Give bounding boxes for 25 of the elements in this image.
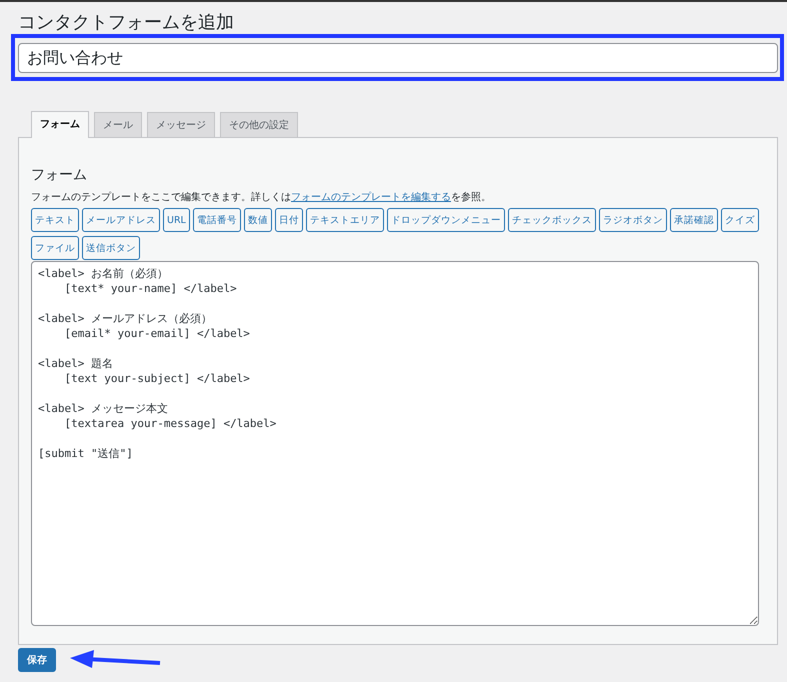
tab[interactable]: メール: [94, 112, 142, 137]
tag-button[interactable]: URL: [163, 208, 190, 232]
tag-button[interactable]: ファイル: [31, 236, 79, 260]
tag-button[interactable]: ドロップダウンメニュー: [386, 208, 505, 232]
tag-button[interactable]: 送信ボタン: [82, 236, 140, 260]
tag-button[interactable]: 承諾確認: [670, 208, 718, 232]
tag-button[interactable]: 電話番号: [192, 208, 241, 232]
tag-button[interactable]: 日付: [274, 208, 303, 232]
title-field[interactable]: お問い合わせ: [18, 43, 778, 73]
tab[interactable]: その他の設定: [220, 112, 298, 137]
tag-button[interactable]: クイズ: [720, 208, 759, 232]
description-text: フォームのテンプレートをここで編集できます。詳しくはフォームのテンプレートを編集するを参照。: [31, 190, 492, 204]
template-help-link[interactable]: フォームのテンプレートを編集する: [291, 192, 451, 203]
tag-button[interactable]: テキスト: [31, 208, 79, 232]
page-title: コンタクトフォームを追加: [18, 11, 235, 34]
tag-button[interactable]: 数値: [244, 208, 272, 232]
tag-button[interactable]: メールアドレス: [82, 208, 160, 232]
tag-button[interactable]: ラジオボタン: [598, 208, 667, 232]
section-heading: フォーム: [31, 166, 88, 184]
tab[interactable]: メッセージ: [147, 112, 215, 137]
tag-button[interactable]: チェックボックス: [508, 208, 596, 232]
tab[interactable]: フォーム: [31, 111, 89, 138]
template-editor[interactable]: <label> お名前（必須） [text* your-name] </label> <label> メールアドレス（必須） [email* your-email] </label> <label> 題名 [text your-subject] </label> <label> メッセージ本文 [textarea your-message] </label> [submit "送信"]: [31, 261, 759, 626]
save-button[interactable]: 保存: [18, 648, 56, 672]
tag-button[interactable]: テキストエリア: [306, 208, 384, 232]
